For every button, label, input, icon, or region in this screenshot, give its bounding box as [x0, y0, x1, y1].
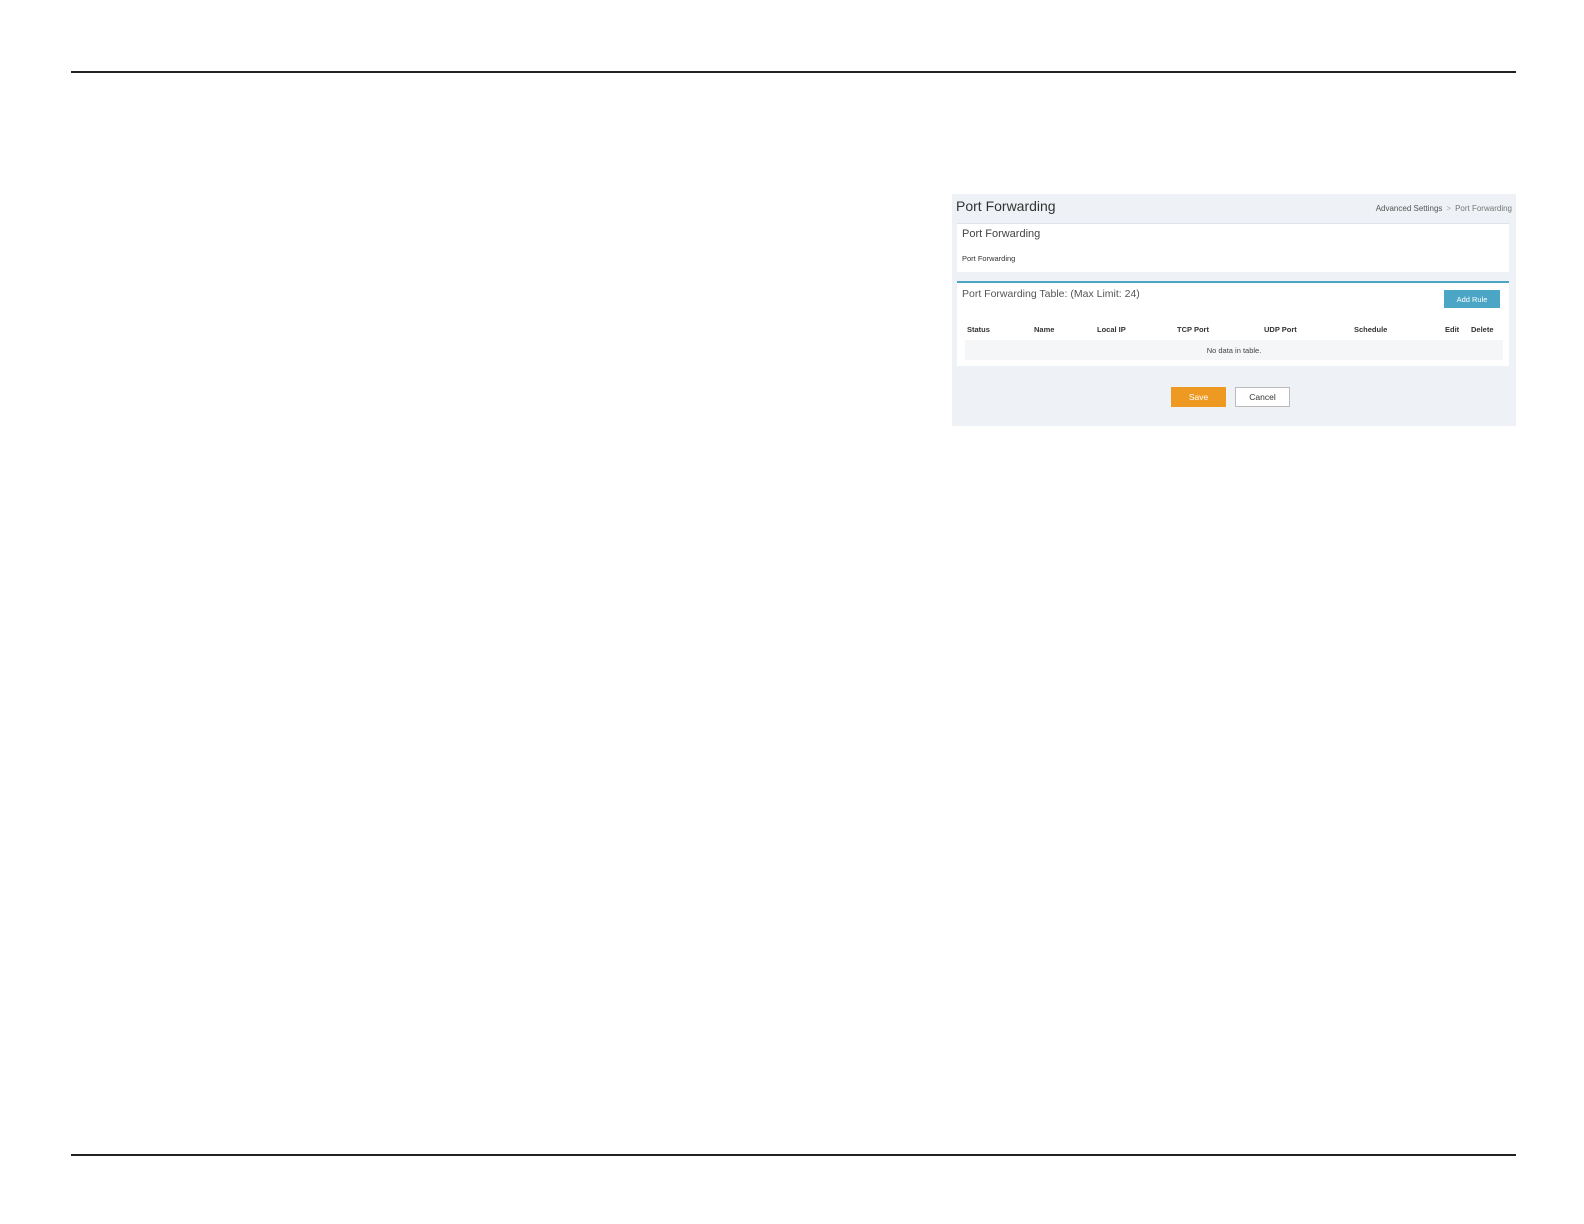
port-forwarding-panel: Port Forwarding Advanced Settings > Port…	[952, 194, 1516, 426]
column-local-ip: Local IP	[1097, 325, 1126, 334]
table-empty-row: No data in table.	[965, 340, 1503, 360]
column-tcp-port: TCP Port	[1177, 325, 1209, 334]
column-status: Status	[967, 325, 990, 334]
form-actions: Save Cancel	[952, 387, 1516, 407]
card-header: Port Forwarding	[962, 228, 1041, 240]
cancel-button[interactable]: Cancel	[1235, 387, 1290, 407]
column-schedule: Schedule	[1354, 325, 1388, 334]
column-delete: Delete	[1471, 325, 1494, 334]
table-header-row: Status Name Local IP TCP Port UDP Port S…	[965, 325, 1503, 337]
column-name: Name	[1034, 325, 1055, 334]
port-forwarding-table-card: Port Forwarding Table: (Max Limit: 24) A…	[957, 281, 1509, 366]
breadcrumb-current: Port Forwarding	[1455, 204, 1512, 213]
card-subtitle: Port Forwarding	[962, 254, 1016, 263]
column-udp-port: UDP Port	[1264, 325, 1297, 334]
breadcrumb: Advanced Settings > Port Forwarding	[1376, 204, 1512, 213]
bottom-divider	[71, 1154, 1516, 1156]
breadcrumb-advanced-settings[interactable]: Advanced Settings	[1376, 204, 1443, 213]
top-divider	[71, 71, 1516, 73]
port-forwarding-card: Port Forwarding Port Forwarding	[957, 223, 1509, 272]
add-rule-button[interactable]: Add Rule	[1444, 290, 1500, 308]
save-button[interactable]: Save	[1171, 387, 1226, 407]
page-title: Port Forwarding	[956, 198, 1056, 214]
table-title: Port Forwarding Table: (Max Limit: 24)	[962, 288, 1140, 300]
column-edit: Edit	[1445, 325, 1460, 334]
breadcrumb-separator: >	[1446, 204, 1452, 213]
